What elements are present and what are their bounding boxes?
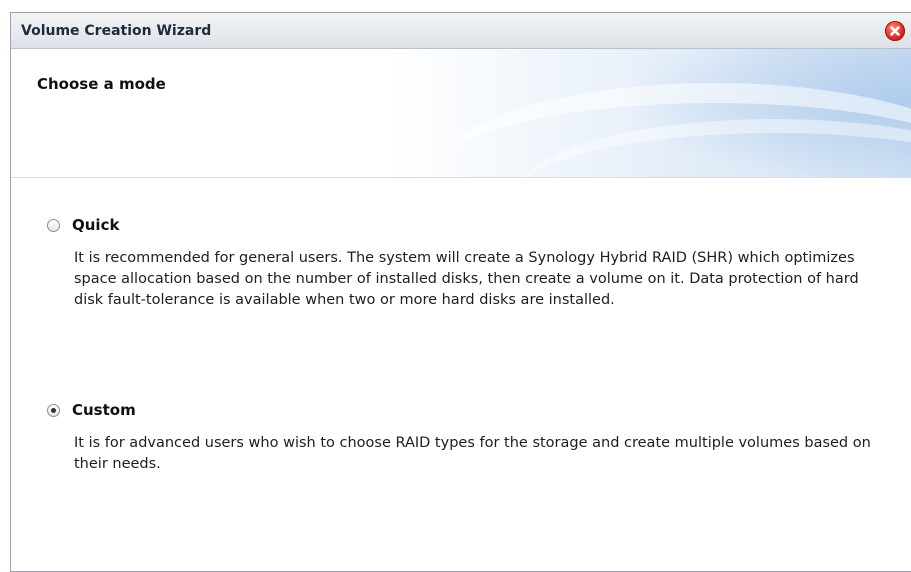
option-custom[interactable]: Custom It is for advanced users who wish… bbox=[47, 401, 874, 475]
quick-label[interactable]: Quick bbox=[72, 216, 119, 234]
custom-description: It is for advanced users who wish to cho… bbox=[74, 435, 871, 472]
window-title: Volume Creation Wizard bbox=[21, 23, 212, 39]
close-icon[interactable] bbox=[885, 21, 905, 41]
wizard-header-banner bbox=[11, 49, 911, 178]
custom-label[interactable]: Custom bbox=[72, 401, 136, 419]
quick-radio[interactable] bbox=[47, 218, 60, 232]
custom-radio[interactable] bbox=[47, 403, 60, 417]
option-quick[interactable]: Quick It is recommended for general user… bbox=[47, 216, 874, 311]
quick-description: It is recommended for general users. The… bbox=[74, 250, 859, 308]
window-titlebar[interactable]: Volume Creation Wizard bbox=[11, 13, 911, 49]
page-title: Choose a mode bbox=[37, 75, 166, 93]
wizard-window: Volume Creation Wizard Choose a mode Qui… bbox=[10, 12, 911, 572]
